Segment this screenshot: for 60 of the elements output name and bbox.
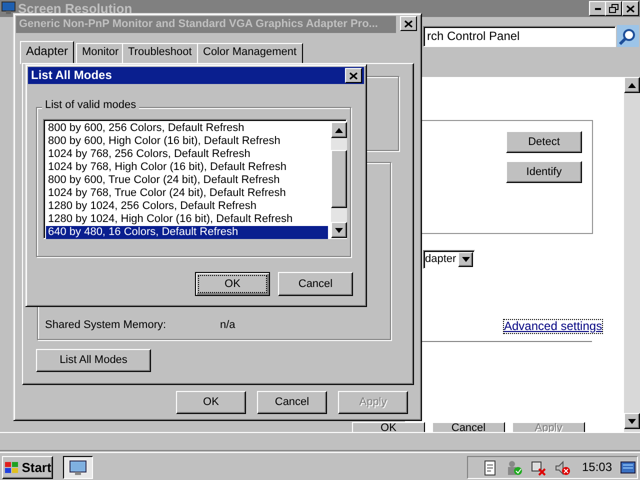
list-item[interactable]: 1024 by 768, 256 Colors, Default Refresh (46, 148, 328, 161)
list-item[interactable]: 800 by 600, High Color (16 bit), Default Refresh (46, 135, 328, 148)
down-arrow-icon (335, 228, 343, 232)
detect-button[interactable]: Detect (506, 131, 582, 153)
list-item[interactable]: 1280 by 1024, High Color (16 bit), Default Refresh (46, 213, 328, 226)
up-arrow-icon (628, 82, 636, 88)
ok-button[interactable]: OK (352, 422, 425, 432)
tab[interactable]: Monitor (76, 43, 125, 63)
display-icon[interactable] (620, 460, 636, 476)
tab[interactable]: Troubleshoot (122, 43, 198, 63)
speaker-muted-icon[interactable] (554, 460, 570, 476)
caret-icon (462, 257, 470, 262)
restore-icon (608, 4, 618, 13)
dropdown[interactable]: dapter (423, 250, 475, 269)
dialog-title: Generic Non-PnP Monitor and Standard VGA Graphics Adapter Pro... (16, 16, 396, 33)
list-item[interactable]: 800 by 600, 256 Colors, Default Refresh (46, 122, 328, 135)
tab[interactable]: Adapter (20, 41, 74, 64)
info-value: n/a (220, 319, 236, 332)
dialog-title: List All Modes (28, 67, 364, 84)
info-label: Shared System Memory: (45, 319, 166, 332)
document-icon[interactable] (482, 460, 498, 476)
restore-button[interactable] (605, 1, 622, 16)
ok-button[interactable]: OK (176, 391, 246, 414)
taskbar-button[interactable] (63, 456, 93, 479)
list-item[interactable]: 800 by 600, True Color (24 bit), Default Refresh (46, 174, 328, 187)
up-arrow-icon (335, 128, 343, 132)
identify-button[interactable]: Identify (506, 161, 582, 183)
search-field[interactable]: rch Control Panel (423, 26, 616, 47)
list-item[interactable]: 640 by 480, 16 Colors, Default Refresh (46, 226, 328, 239)
scrollbar[interactable] (624, 77, 640, 432)
search-icon[interactable] (617, 25, 639, 47)
close-icon (349, 72, 358, 80)
windows-logo-icon (4, 460, 20, 474)
cancel-button[interactable]: Cancel (257, 391, 327, 414)
tab[interactable]: Color Management (197, 43, 303, 63)
scrollbar[interactable] (331, 122, 347, 238)
advanced-settings-link[interactable]: Advanced settings (504, 320, 602, 333)
minimize-icon (594, 8, 600, 10)
list-item[interactable]: 1024 by 768, High Color (16 bit), Default Refresh (46, 161, 328, 174)
close-icon (404, 20, 413, 28)
start-button[interactable]: Start (2, 456, 53, 479)
list-all-modes-button[interactable]: List All Modes (36, 349, 151, 372)
clock: 15:03 (582, 461, 612, 474)
ok-button[interactable]: OK (195, 272, 270, 296)
monitor-icon (1, 1, 16, 15)
cancel-button[interactable]: Cancel (278, 272, 353, 296)
close-button[interactable] (400, 16, 417, 31)
minimize-button[interactable] (589, 1, 606, 16)
user-check-icon[interactable] (506, 460, 522, 476)
mode-listbox[interactable] (43, 119, 347, 239)
down-arrow-icon (628, 418, 636, 424)
close-button[interactable] (345, 68, 362, 83)
monitor-icon (69, 460, 87, 476)
list-item[interactable]: 1024 by 768, True Color (24 bit), Default Refresh (46, 187, 328, 200)
cancel-button[interactable]: Cancel (432, 422, 505, 432)
network-error-icon[interactable] (530, 460, 546, 476)
group-label: List of valid modes (42, 99, 140, 112)
close-button[interactable] (622, 1, 639, 16)
close-icon (626, 4, 635, 12)
list-item[interactable]: 1280 by 1024, 256 Colors, Default Refresh (46, 200, 328, 213)
